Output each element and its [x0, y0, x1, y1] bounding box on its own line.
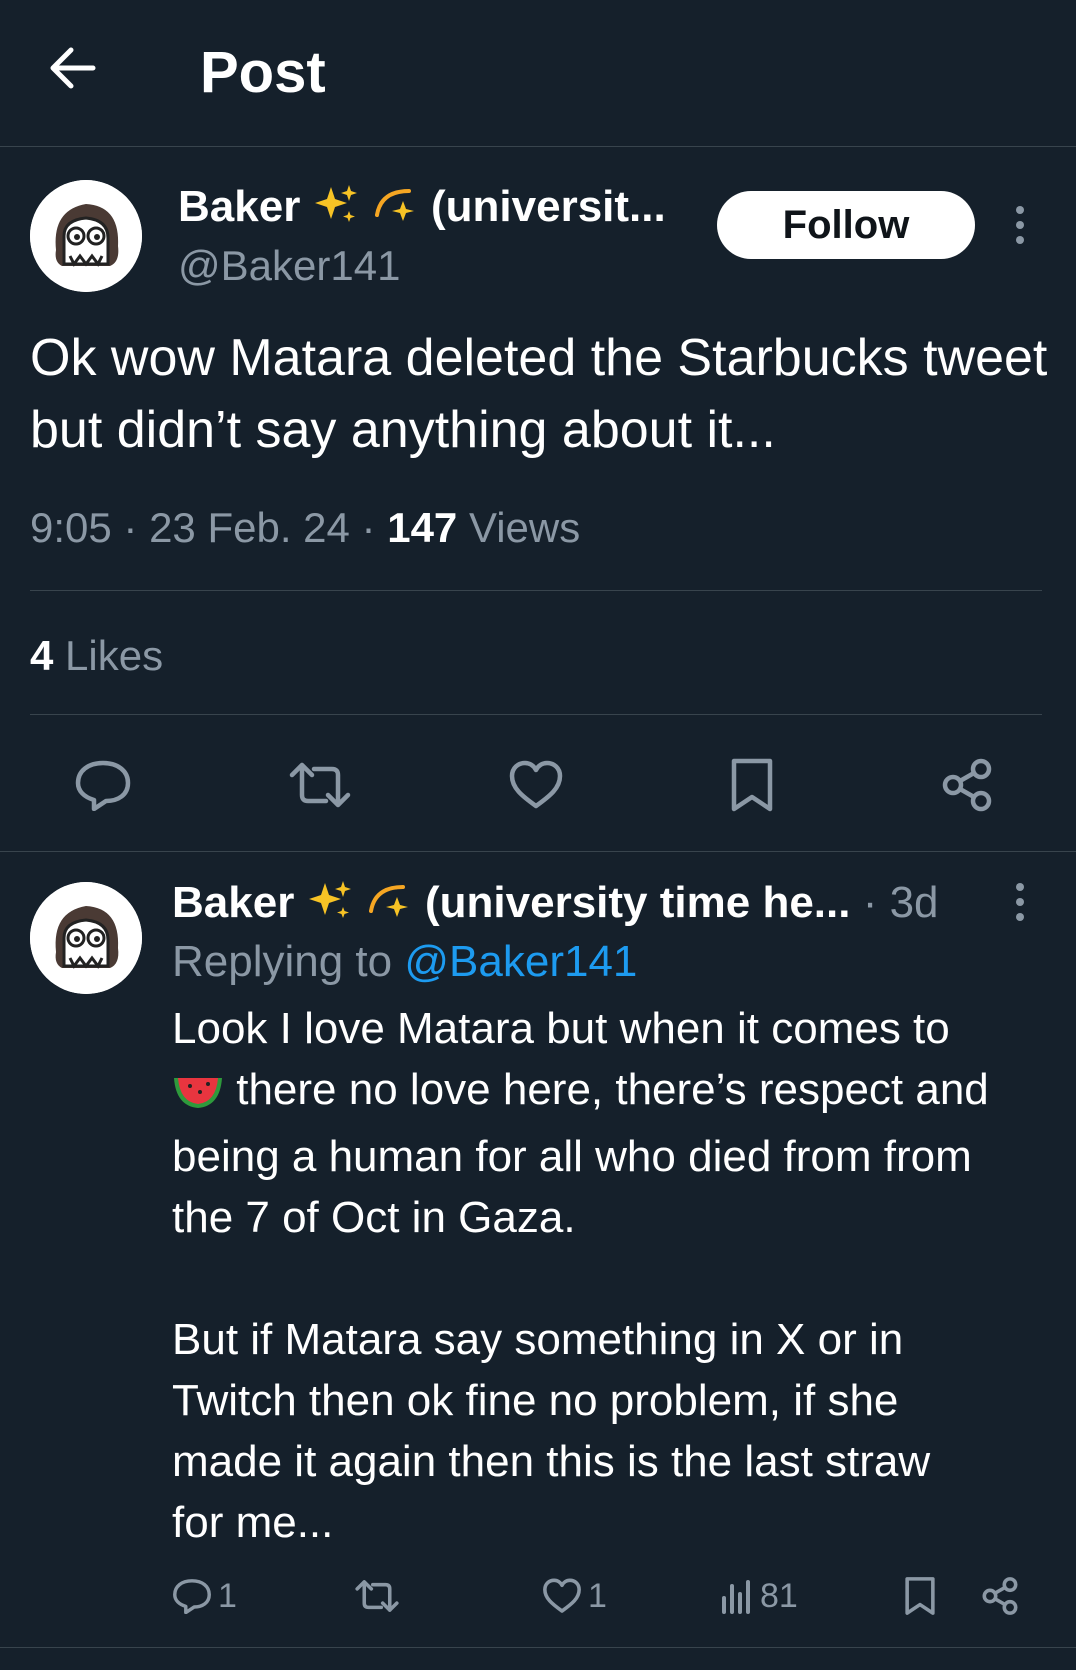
- heart-icon: [509, 760, 563, 809]
- bookmark-button[interactable]: [717, 750, 787, 820]
- views-label: Views: [457, 504, 581, 551]
- reply-author-line[interactable]: Baker (university time he... · 3d: [172, 875, 939, 937]
- like-count: 1: [588, 1576, 607, 1615]
- author-name-suffix: (universit...: [431, 182, 666, 231]
- reply-author-suffix: (university time he...: [425, 878, 851, 927]
- avatar-ghost-icon: [30, 882, 142, 994]
- replying-to: Replying to @Baker141: [172, 934, 637, 990]
- arrow-left-icon: [50, 47, 96, 89]
- author-avatar[interactable]: [30, 180, 142, 292]
- post-text: Ok wow Matara deleted the Starbucks twee…: [30, 329, 1048, 459]
- bookmark-icon: [905, 1577, 935, 1615]
- reply-icon: [173, 1579, 211, 1614]
- repost-button[interactable]: [285, 750, 355, 820]
- likes-summary[interactable]: 4 Likes: [30, 628, 163, 684]
- reply-button[interactable]: [68, 750, 138, 820]
- reply-text-rest: there no love here, there’s respect and …: [172, 1065, 989, 1547]
- reply-icon: [75, 760, 131, 811]
- reply-count: 1: [218, 1576, 237, 1615]
- page-title: Post: [200, 40, 326, 105]
- author-name[interactable]: Baker (universit...: [178, 180, 666, 240]
- more-vertical-icon: [1016, 883, 1024, 921]
- views-count: 147: [387, 504, 458, 551]
- reply-reply-button[interactable]: 1: [172, 1568, 237, 1624]
- repost-icon: [289, 762, 351, 808]
- heart-icon: [543, 1578, 581, 1613]
- reply-views-button[interactable]: 81: [720, 1568, 798, 1624]
- avatar-ghost-icon: [30, 180, 142, 292]
- sparkles-emoji: [307, 877, 353, 937]
- replying-to-handle[interactable]: @Baker141: [404, 937, 637, 986]
- post-meta: 9:05 · 23 Feb. 24 · 147 Views: [30, 500, 580, 556]
- reply-repost-button[interactable]: [354, 1568, 400, 1624]
- divider: [30, 714, 1042, 715]
- reply-share-button[interactable]: [980, 1568, 1020, 1624]
- likes-label: Likes: [53, 632, 164, 679]
- post-timestamp[interactable]: 9:05 · 23 Feb. 24 ·: [30, 504, 387, 551]
- likes-count: 4: [30, 632, 54, 679]
- reply-text-line1: Look I love Matara but when it comes to: [172, 1004, 950, 1053]
- reply-author-name: Baker: [172, 878, 295, 927]
- divider: [0, 851, 1076, 852]
- analytics-icon: [722, 1580, 750, 1614]
- author-handle[interactable]: @Baker141: [178, 240, 400, 292]
- divider: [30, 590, 1042, 591]
- divider: [0, 1647, 1076, 1648]
- sparkles-emoji: [313, 181, 359, 240]
- reply-bookmark-button[interactable]: [904, 1568, 936, 1624]
- replying-to-label: Replying to: [172, 937, 405, 986]
- post-more-button[interactable]: [1000, 195, 1040, 255]
- repost-icon: [355, 1580, 399, 1612]
- share-icon: [982, 1577, 1018, 1615]
- follow-button[interactable]: Follow: [717, 191, 975, 259]
- more-vertical-icon: [1016, 206, 1024, 244]
- reply-author-avatar[interactable]: [30, 882, 142, 994]
- like-button[interactable]: [501, 750, 571, 820]
- view-count: 81: [760, 1576, 798, 1615]
- reply-timestamp[interactable]: · 3d: [850, 878, 939, 927]
- reply-text: Look I love Matara but when it comes to …: [172, 998, 1052, 1553]
- bookmark-icon: [731, 758, 773, 812]
- reply-more-button[interactable]: [1000, 872, 1040, 932]
- share-button[interactable]: [932, 750, 1002, 820]
- watermelon-emoji: [172, 1065, 224, 1126]
- back-button[interactable]: [42, 38, 102, 98]
- header-bar: [0, 0, 1076, 147]
- dizzy-emoji: [365, 877, 413, 937]
- dizzy-emoji: [371, 181, 419, 240]
- reply-like-button[interactable]: 1: [542, 1568, 607, 1624]
- author-name-text: Baker: [178, 182, 301, 231]
- share-icon: [942, 758, 992, 812]
